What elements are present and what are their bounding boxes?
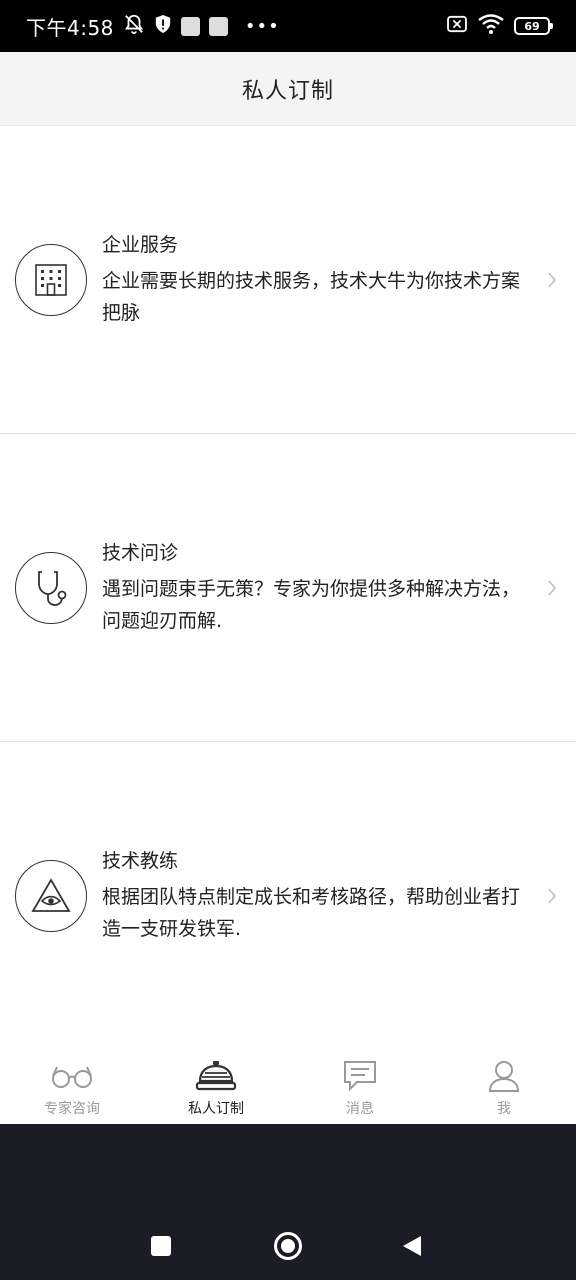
tab-label: 私人订制 — [188, 1101, 244, 1117]
chevron-right-icon — [542, 886, 562, 906]
tab-messages[interactable]: 消息 — [288, 1048, 432, 1124]
tab-label: 专家咨询 — [44, 1101, 100, 1117]
back-triangle-icon — [403, 1236, 421, 1256]
service-title: 技术教练 — [102, 850, 179, 872]
sim-off-icon — [446, 15, 468, 37]
notification-square-icon — [180, 16, 200, 36]
wifi-icon — [478, 14, 504, 38]
chevron-right-icon — [542, 270, 562, 290]
bottom-tab-bar: 专家咨询 私人订制 消息 我 — [0, 1048, 576, 1124]
person-icon — [488, 1058, 520, 1094]
message-icon — [343, 1058, 377, 1094]
glasses-icon — [50, 1058, 94, 1094]
tab-me[interactable]: 我 — [432, 1048, 576, 1124]
service-title: 技术问诊 — [102, 541, 179, 564]
status-time: 下午4:58 — [26, 15, 114, 40]
chevron-right-icon — [542, 578, 562, 598]
shield-icon — [154, 14, 172, 38]
more-dots-icon: ••• — [244, 15, 280, 37]
mute-bell-icon — [123, 13, 145, 39]
tab-label: 消息 — [346, 1101, 374, 1117]
service-bell-icon — [195, 1058, 237, 1094]
status-bar: 下午4:58 ••• 69 — [0, 0, 576, 52]
recents-button[interactable] — [141, 1226, 181, 1266]
service-tech-coach[interactable]: 技术教练 根据团队特点制定成长和考核路径，帮助创业者打造一支研发铁军. — [0, 742, 576, 1050]
tab-expert-consult[interactable]: 专家咨询 — [0, 1048, 144, 1124]
building-icon — [15, 243, 87, 316]
service-tech-consult[interactable]: 技术问诊 遇到问题束手无策？专家为你提供多种解决方法，问题迎刃而解. — [0, 434, 576, 742]
tab-label: 我 — [497, 1101, 511, 1117]
back-button[interactable] — [392, 1226, 432, 1266]
service-description: 企业需要长期的技术服务，技术大牛为你技术方案把脉 — [102, 269, 521, 324]
eye-triangle-icon — [15, 860, 87, 932]
header: 私人订制 — [0, 52, 576, 126]
home-circle-icon — [274, 1232, 302, 1260]
battery-level: 69 — [524, 19, 540, 33]
square-icon — [151, 1236, 171, 1256]
page-title: 私人订制 — [241, 78, 334, 104]
service-enterprise[interactable]: 企业服务 企业需要长期的技术服务，技术大牛为你技术方案把脉 — [0, 126, 576, 434]
stethoscope-icon — [15, 551, 87, 624]
battery-icon: 69 — [514, 17, 553, 35]
home-button[interactable] — [268, 1226, 308, 1266]
service-description: 根据团队特点制定成长和考核路径，帮助创业者打造一支研发铁军. — [102, 886, 521, 940]
service-description: 遇到问题束手无策？专家为你提供多种解决方法，问题迎刃而解. — [102, 577, 521, 632]
notification-square-icon — [208, 16, 228, 36]
tab-private-custom[interactable]: 私人订制 — [144, 1048, 288, 1124]
service-title: 企业服务 — [102, 233, 179, 256]
